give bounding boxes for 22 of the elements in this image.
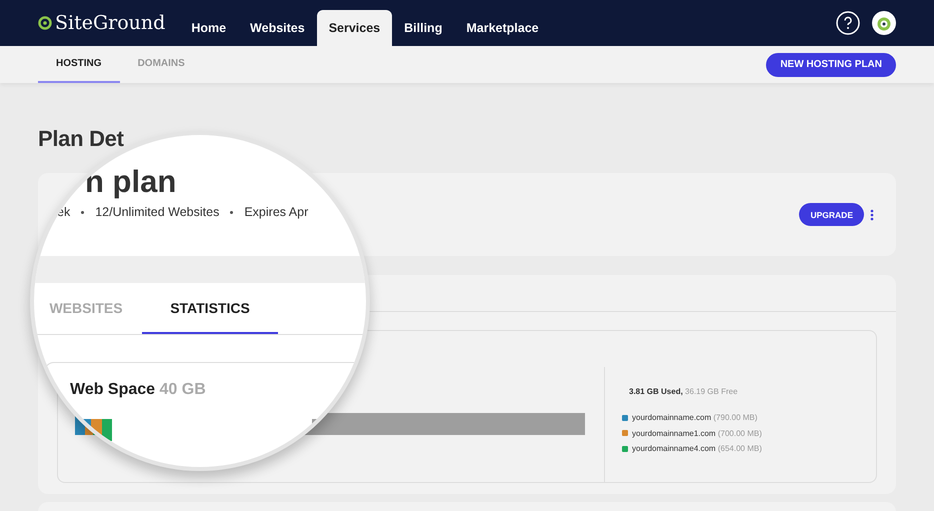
legend-label: yourdomainname.com (790.00 MB) xyxy=(632,413,758,422)
sub-tab[interactable]: HOSTING xyxy=(38,46,120,83)
plan-detail: Expires Apr xyxy=(244,205,308,219)
legend-label: yourdomainname1.com (700.00 MB) xyxy=(632,428,762,438)
nav-tab[interactable]: Marketplace xyxy=(454,10,551,46)
new-hosting-plan-button[interactable]: NEW HOSTING PLAN xyxy=(766,52,896,76)
upgrade-button[interactable]: UPGRADE xyxy=(799,203,864,226)
avatar-icon[interactable] xyxy=(872,11,896,35)
swirl-icon xyxy=(38,15,52,31)
more-icon[interactable] xyxy=(870,208,874,220)
plan-name: n plan xyxy=(85,165,178,199)
page-title: Plan Det xyxy=(38,125,125,153)
nav-tab[interactable]: Billing xyxy=(392,10,454,46)
help-icon[interactable] xyxy=(836,11,860,35)
nav-tab[interactable]: Home xyxy=(179,10,238,46)
usage-summary: 3.81 GB Used, 36.19 GB Free xyxy=(628,387,739,396)
web-space-title: Web Space 40 GB xyxy=(70,381,207,399)
plan-detail: 12/Unlimited Websites xyxy=(95,205,220,219)
nav-tab[interactable]: Services xyxy=(316,10,392,46)
legend-label: yourdomainname4.com (654.00 MB) xyxy=(632,444,762,454)
nav-tab[interactable]: Websites xyxy=(238,10,317,46)
section-tab[interactable]: STATISTICS xyxy=(142,283,278,334)
